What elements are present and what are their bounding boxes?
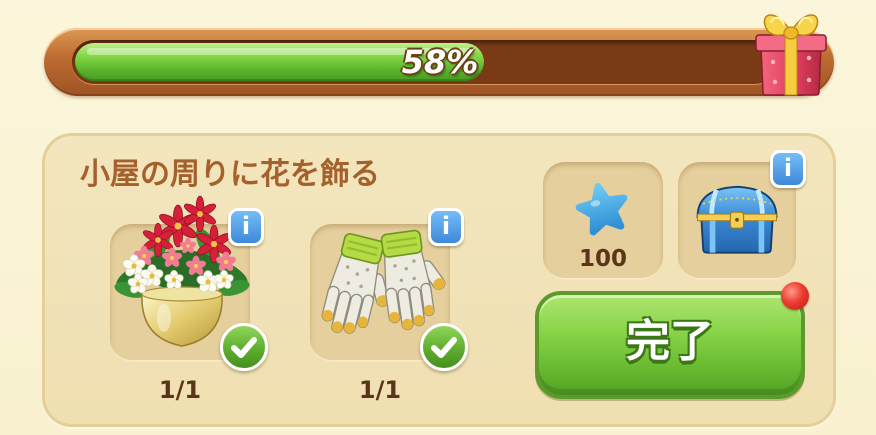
item-info-button[interactable]: i bbox=[228, 208, 264, 246]
info-icon: i bbox=[441, 212, 451, 240]
complete-button-label: 完了 bbox=[626, 316, 714, 367]
item-count-label: 1/1 bbox=[158, 376, 202, 404]
task-progress-bar: 58% bbox=[44, 28, 834, 96]
info-icon: i bbox=[783, 154, 793, 182]
treasure-chest-icon bbox=[696, 185, 778, 254]
required-item-card-gloves: i 1/1 bbox=[310, 208, 468, 404]
task-title: 小屋の周りに花を飾る bbox=[80, 157, 380, 192]
item-count-label: 1/1 bbox=[358, 376, 402, 404]
progress-track: 58% bbox=[72, 40, 777, 84]
reward-stars: 100 bbox=[543, 162, 663, 280]
info-icon: i bbox=[241, 212, 251, 240]
checkmark-icon bbox=[220, 323, 268, 371]
reward-chest: i bbox=[678, 150, 806, 280]
notification-dot bbox=[781, 282, 809, 310]
item-info-button[interactable]: i bbox=[428, 208, 464, 246]
blue-star-icon bbox=[575, 183, 628, 236]
complete-button[interactable]: 完了 bbox=[535, 291, 805, 399]
checkmark-icon bbox=[420, 323, 468, 371]
progress-percent-label: 58% bbox=[401, 43, 479, 81]
required-item-card-flowers: i 1/1 bbox=[110, 195, 268, 404]
reward-info-button[interactable]: i bbox=[770, 150, 806, 188]
gift-box-icon[interactable] bbox=[747, 0, 835, 98]
reward-star-amount: 100 bbox=[578, 246, 627, 272]
